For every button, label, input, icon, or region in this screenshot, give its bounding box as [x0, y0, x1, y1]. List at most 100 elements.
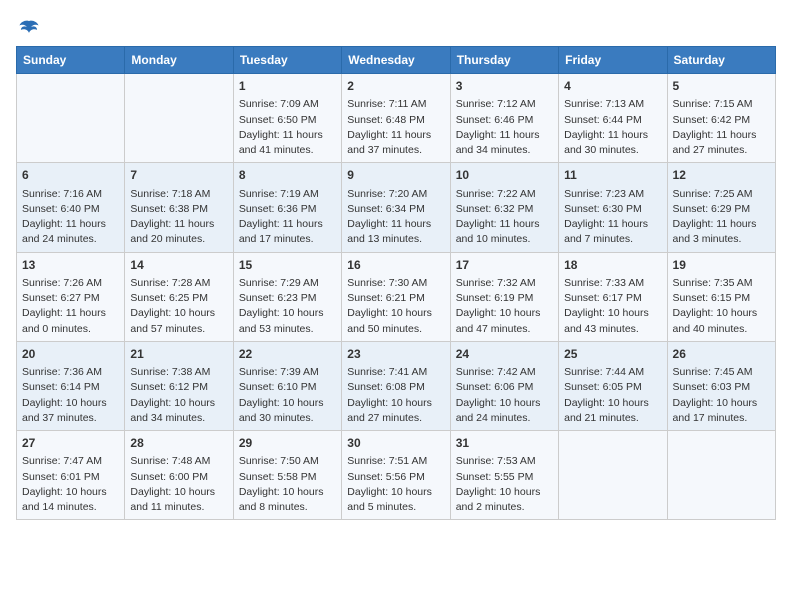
- day-number: 17: [456, 257, 553, 274]
- calendar-cell: 2 Sunrise: 7:11 AMSunset: 6:48 PMDaylight…: [342, 74, 450, 163]
- page-header: [16, 16, 776, 38]
- calendar-cell: [125, 74, 233, 163]
- day-info: Sunrise: 7:22 AMSunset: 6:32 PMDaylight:…: [456, 187, 553, 248]
- header-saturday: Saturday: [667, 47, 775, 74]
- calendar-cell: 4 Sunrise: 7:13 AMSunset: 6:44 PMDaylight…: [559, 74, 667, 163]
- day-number: 2: [347, 78, 444, 95]
- day-info: Sunrise: 7:44 AMSunset: 6:05 PMDaylight:…: [564, 365, 661, 426]
- calendar-cell: 26 Sunrise: 7:45 AMSunset: 6:03 PMDayligh…: [667, 341, 775, 430]
- calendar-week-row: 20 Sunrise: 7:36 AMSunset: 6:14 PMDayligh…: [17, 341, 776, 430]
- day-info: Sunrise: 7:33 AMSunset: 6:17 PMDaylight:…: [564, 276, 661, 337]
- calendar-cell: [667, 431, 775, 520]
- day-info: Sunrise: 7:45 AMSunset: 6:03 PMDaylight:…: [673, 365, 770, 426]
- day-info: Sunrise: 7:35 AMSunset: 6:15 PMDaylight:…: [673, 276, 770, 337]
- calendar-cell: 31Sunrise: 7:53 AMSunset: 5:55 PMDayligh…: [450, 431, 558, 520]
- day-number: 25: [564, 346, 661, 363]
- calendar-cell: 20 Sunrise: 7:36 AMSunset: 6:14 PMDayligh…: [17, 341, 125, 430]
- day-number: 26: [673, 346, 770, 363]
- day-info: Sunrise: 7:50 AMSunset: 5:58 PMDaylight:…: [239, 454, 336, 515]
- calendar-cell: 22 Sunrise: 7:39 AMSunset: 6:10 PMDayligh…: [233, 341, 341, 430]
- header-sunday: Sunday: [17, 47, 125, 74]
- day-number: 18: [564, 257, 661, 274]
- day-info: Sunrise: 7:20 AMSunset: 6:34 PMDaylight:…: [347, 187, 444, 248]
- header-thursday: Thursday: [450, 47, 558, 74]
- day-number: 1: [239, 78, 336, 95]
- calendar-cell: 9Sunrise: 7:20 AMSunset: 6:34 PMDaylight…: [342, 163, 450, 252]
- calendar-cell: 21 Sunrise: 7:38 AMSunset: 6:12 PMDayligh…: [125, 341, 233, 430]
- day-info: Sunrise: 7:28 AMSunset: 6:25 PMDaylight:…: [130, 276, 227, 337]
- day-info: Sunrise: 7:25 AMSunset: 6:29 PMDaylight:…: [673, 187, 770, 248]
- header-wednesday: Wednesday: [342, 47, 450, 74]
- calendar-cell: 15Sunrise: 7:29 AMSunset: 6:23 PMDayligh…: [233, 252, 341, 341]
- day-number: 11: [564, 167, 661, 184]
- day-info: Sunrise: 7:39 AMSunset: 6:10 PMDaylight:…: [239, 365, 336, 426]
- day-info: Sunrise: 7:19 AMSunset: 6:36 PMDaylight:…: [239, 187, 336, 248]
- calendar-cell: 6 Sunrise: 7:16 AMSunset: 6:40 PMDaylight…: [17, 163, 125, 252]
- calendar-cell: 14 Sunrise: 7:28 AMSunset: 6:25 PMDayligh…: [125, 252, 233, 341]
- calendar-cell: 5Sunrise: 7:15 AMSunset: 6:42 PMDaylight…: [667, 74, 775, 163]
- day-info: Sunrise: 7:42 AMSunset: 6:06 PMDaylight:…: [456, 365, 553, 426]
- day-number: 10: [456, 167, 553, 184]
- calendar-cell: 27 Sunrise: 7:47 AMSunset: 6:01 PMDayligh…: [17, 431, 125, 520]
- day-number: 7: [130, 167, 227, 184]
- day-number: 20: [22, 346, 119, 363]
- logo: [16, 16, 40, 38]
- calendar-cell: 23Sunrise: 7:41 AMSunset: 6:08 PMDayligh…: [342, 341, 450, 430]
- day-info: Sunrise: 7:32 AMSunset: 6:19 PMDaylight:…: [456, 276, 553, 337]
- calendar-week-row: 13Sunrise: 7:26 AMSunset: 6:27 PMDayligh…: [17, 252, 776, 341]
- calendar-cell: 13Sunrise: 7:26 AMSunset: 6:27 PMDayligh…: [17, 252, 125, 341]
- calendar-header-row: SundayMondayTuesdayWednesdayThursdayFrid…: [17, 47, 776, 74]
- calendar-cell: 1 Sunrise: 7:09 AMSunset: 6:50 PMDaylight…: [233, 74, 341, 163]
- calendar-cell: 18 Sunrise: 7:33 AMSunset: 6:17 PMDayligh…: [559, 252, 667, 341]
- day-number: 16: [347, 257, 444, 274]
- day-number: 4: [564, 78, 661, 95]
- day-number: 24: [456, 346, 553, 363]
- logo-bird-icon: [18, 16, 40, 38]
- calendar-cell: 7 Sunrise: 7:18 AMSunset: 6:38 PMDaylight…: [125, 163, 233, 252]
- calendar-cell: 10 Sunrise: 7:22 AMSunset: 6:32 PMDayligh…: [450, 163, 558, 252]
- header-friday: Friday: [559, 47, 667, 74]
- day-number: 3: [456, 78, 553, 95]
- day-info: Sunrise: 7:41 AMSunset: 6:08 PMDaylight:…: [347, 365, 444, 426]
- day-info: Sunrise: 7:48 AMSunset: 6:00 PMDaylight:…: [130, 454, 227, 515]
- day-number: 6: [22, 167, 119, 184]
- day-number: 27: [22, 435, 119, 452]
- calendar-cell: [559, 431, 667, 520]
- day-info: Sunrise: 7:15 AMSunset: 6:42 PMDaylight:…: [673, 97, 770, 158]
- day-info: Sunrise: 7:12 AMSunset: 6:46 PMDaylight:…: [456, 97, 553, 158]
- calendar-cell: [17, 74, 125, 163]
- header-tuesday: Tuesday: [233, 47, 341, 74]
- day-info: Sunrise: 7:11 AMSunset: 6:48 PMDaylight:…: [347, 97, 444, 158]
- day-number: 13: [22, 257, 119, 274]
- day-info: Sunrise: 7:47 AMSunset: 6:01 PMDaylight:…: [22, 454, 119, 515]
- day-number: 28: [130, 435, 227, 452]
- calendar-cell: 29Sunrise: 7:50 AMSunset: 5:58 PMDayligh…: [233, 431, 341, 520]
- calendar-cell: 25 Sunrise: 7:44 AMSunset: 6:05 PMDayligh…: [559, 341, 667, 430]
- day-number: 14: [130, 257, 227, 274]
- calendar-cell: 12 Sunrise: 7:25 AMSunset: 6:29 PMDayligh…: [667, 163, 775, 252]
- calendar-cell: 17 Sunrise: 7:32 AMSunset: 6:19 PMDayligh…: [450, 252, 558, 341]
- day-info: Sunrise: 7:18 AMSunset: 6:38 PMDaylight:…: [130, 187, 227, 248]
- day-number: 15: [239, 257, 336, 274]
- day-number: 12: [673, 167, 770, 184]
- calendar-week-row: 6 Sunrise: 7:16 AMSunset: 6:40 PMDaylight…: [17, 163, 776, 252]
- day-number: 22: [239, 346, 336, 363]
- calendar-cell: 8 Sunrise: 7:19 AMSunset: 6:36 PMDaylight…: [233, 163, 341, 252]
- header-monday: Monday: [125, 47, 233, 74]
- day-info: Sunrise: 7:38 AMSunset: 6:12 PMDaylight:…: [130, 365, 227, 426]
- calendar-cell: 16 Sunrise: 7:30 AMSunset: 6:21 PMDayligh…: [342, 252, 450, 341]
- calendar-week-row: 1 Sunrise: 7:09 AMSunset: 6:50 PMDaylight…: [17, 74, 776, 163]
- day-number: 21: [130, 346, 227, 363]
- calendar-cell: 30Sunrise: 7:51 AMSunset: 5:56 PMDayligh…: [342, 431, 450, 520]
- day-info: Sunrise: 7:36 AMSunset: 6:14 PMDaylight:…: [22, 365, 119, 426]
- day-info: Sunrise: 7:13 AMSunset: 6:44 PMDaylight:…: [564, 97, 661, 158]
- day-info: Sunrise: 7:16 AMSunset: 6:40 PMDaylight:…: [22, 187, 119, 248]
- day-number: 8: [239, 167, 336, 184]
- day-info: Sunrise: 7:09 AMSunset: 6:50 PMDaylight:…: [239, 97, 336, 158]
- calendar-cell: 3 Sunrise: 7:12 AMSunset: 6:46 PMDaylight…: [450, 74, 558, 163]
- day-info: Sunrise: 7:51 AMSunset: 5:56 PMDaylight:…: [347, 454, 444, 515]
- calendar-cell: 11 Sunrise: 7:23 AMSunset: 6:30 PMDayligh…: [559, 163, 667, 252]
- calendar-cell: 24 Sunrise: 7:42 AMSunset: 6:06 PMDayligh…: [450, 341, 558, 430]
- day-info: Sunrise: 7:30 AMSunset: 6:21 PMDaylight:…: [347, 276, 444, 337]
- day-info: Sunrise: 7:23 AMSunset: 6:30 PMDaylight:…: [564, 187, 661, 248]
